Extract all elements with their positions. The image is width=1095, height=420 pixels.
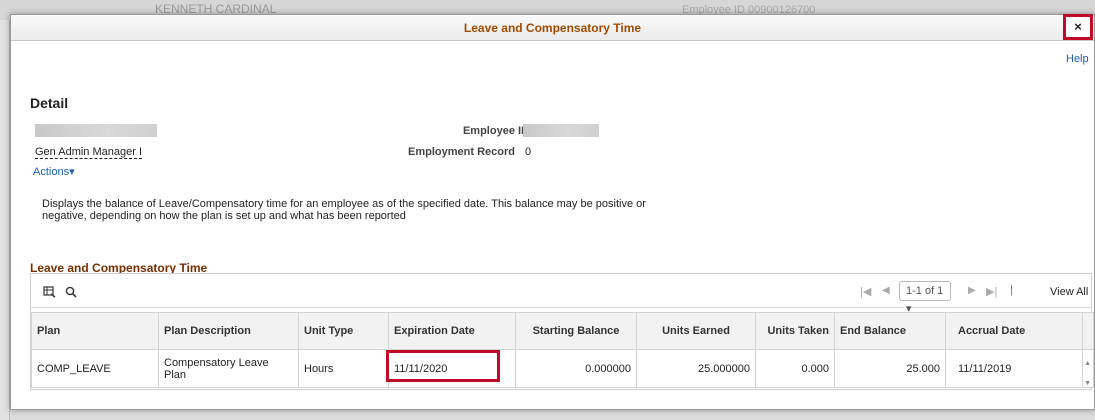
col-header-spacer: [1082, 312, 1094, 350]
leave-comp-time-modal: Leave and Compensatory Time × Help Detai…: [10, 14, 1095, 410]
toolbar-divider: |: [1010, 284, 1013, 296]
description-text: Displays the balance of Leave/Compensato…: [42, 198, 646, 222]
cell-starting-balance: 0.000000: [515, 349, 637, 388]
col-header-plan[interactable]: Plan: [31, 312, 159, 350]
help-link[interactable]: Help: [1066, 53, 1089, 65]
background-left-edge: [0, 20, 10, 420]
view-all-link[interactable]: View All: [1050, 286, 1088, 298]
employment-record-label: Employment Record: [408, 146, 515, 158]
cell-plan-description: Compensatory Leave Plan: [158, 349, 299, 388]
employee-id-label: Employee ID: [462, 125, 529, 137]
cell-end-balance: 25.000: [834, 349, 946, 388]
close-button[interactable]: ×: [1063, 14, 1093, 40]
col-header-expiration-date[interactable]: Expiration Date: [388, 312, 516, 350]
search-icon[interactable]: [65, 286, 77, 301]
cell-units-earned: 25.000000: [636, 349, 756, 388]
modal-titlebar: Leave and Compensatory Time: [11, 15, 1094, 41]
detail-heading: Detail: [30, 95, 69, 111]
grid-toolbar: |◀ ◀ 1-1 of 1 ▾ ▶ ▶| | View All: [31, 274, 1091, 315]
next-page-icon[interactable]: ▶: [968, 285, 976, 296]
cell-units-taken: 0.000: [755, 349, 835, 388]
table-header-row: Plan Plan Description Unit Type Expirati…: [31, 312, 1094, 350]
scroll-arrows-icon: ▲ ▼: [1084, 360, 1091, 387]
previous-page-icon[interactable]: ◀: [882, 285, 890, 296]
cell-accrual-date: 11/11/2019: [945, 349, 1083, 388]
col-header-units-earned[interactable]: Units Earned: [636, 312, 756, 350]
col-header-units-taken[interactable]: Units Taken: [755, 312, 835, 350]
table-row: COMP_LEAVE Compensatory Leave Plan Hours…: [31, 349, 1094, 388]
employment-record-value: 0: [525, 146, 532, 158]
col-header-starting-balance[interactable]: Starting Balance: [515, 312, 637, 350]
modal-title: Leave and Compensatory Time: [463, 21, 642, 35]
cell-plan: COMP_LEAVE: [31, 349, 159, 388]
col-header-plan-description[interactable]: Plan Description: [158, 312, 299, 350]
redacted-employee-id: [523, 124, 599, 137]
actions-menu[interactable]: Actions▾: [33, 165, 75, 178]
leave-grid: |◀ ◀ 1-1 of 1 ▾ ▶ ▶| | View All Plan Pla…: [30, 273, 1094, 390]
page-select[interactable]: 1-1 of 1 ▾: [899, 281, 951, 315]
job-title-link[interactable]: Gen Admin Manager I: [35, 146, 143, 159]
col-header-unit-type[interactable]: Unit Type: [298, 312, 389, 350]
col-header-accrual-date[interactable]: Accrual Date: [945, 312, 1083, 350]
first-page-icon[interactable]: |◀: [860, 285, 871, 298]
redacted-employee-name: [35, 124, 157, 137]
vertical-scrollbar[interactable]: ▲ ▼: [1082, 349, 1094, 388]
expiration-date-highlight: [386, 350, 500, 382]
last-page-icon[interactable]: ▶|: [986, 285, 997, 298]
cell-unit-type: Hours: [298, 349, 389, 388]
leave-table: Plan Plan Description Unit Type Expirati…: [31, 312, 1094, 388]
col-header-end-balance[interactable]: End Balance: [834, 312, 946, 350]
grid-personalize-icon[interactable]: [43, 286, 56, 301]
